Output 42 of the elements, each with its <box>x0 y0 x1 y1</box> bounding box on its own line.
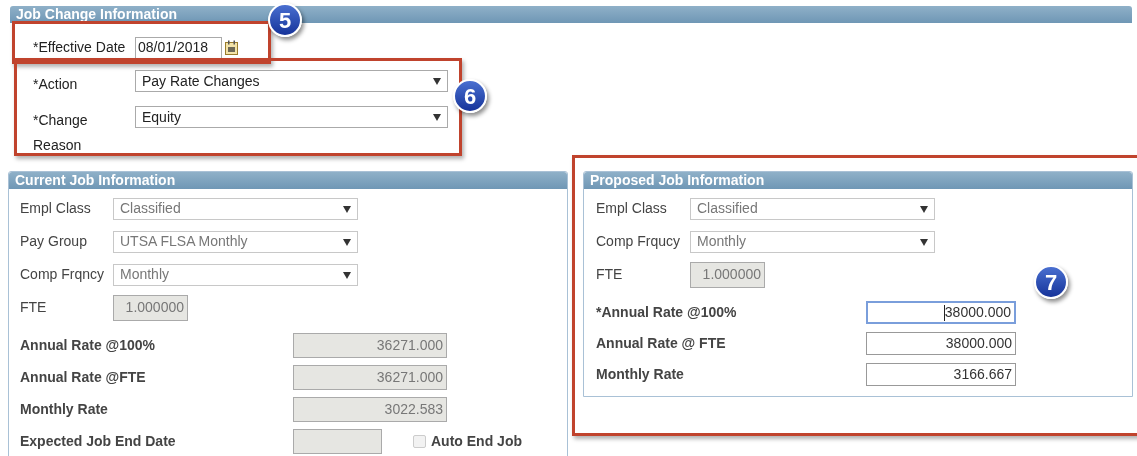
caret-icon <box>343 204 351 213</box>
field-label: Annual Rate @FTE <box>20 367 147 387</box>
dropdown[interactable]: Equity <box>135 106 448 128</box>
caret-icon <box>920 237 928 246</box>
step-badge: 5 <box>268 3 302 37</box>
input-field[interactable]: 38000.000 <box>866 332 1016 355</box>
field-label: Expected Job End Date <box>20 431 177 451</box>
field-label: *Annual Rate @100% <box>596 303 738 322</box>
checkbox-label: Auto End Job <box>431 431 522 451</box>
field-label: Annual Rate @100% <box>20 335 157 355</box>
field-label: Comp Frqncy <box>20 265 106 284</box>
section-header: Proposed Job Information <box>584 172 1132 189</box>
caret-icon <box>343 237 351 246</box>
readonly-field: 36271.000 <box>293 364 447 390</box>
field-label: Monthly Rate <box>596 365 685 384</box>
field-label: Empl Class <box>596 199 668 218</box>
readonly-field: 36271.000 <box>293 332 447 358</box>
input-field[interactable]: 3166.667 <box>866 363 1016 386</box>
field-label: Empl Class <box>20 199 92 218</box>
step-badge: 7 <box>1034 265 1068 299</box>
field-label: *Change Reason <box>33 111 89 155</box>
field-label: *Action <box>33 75 79 94</box>
field-label: Monthly Rate <box>20 399 109 419</box>
readonly-field: 1.000000 <box>690 261 765 288</box>
field-label: Annual Rate @ FTE <box>596 334 727 353</box>
input-field[interactable]: 38000.000 <box>866 301 1016 324</box>
readonly-field: 1.000000 <box>113 294 188 321</box>
calendar-icon[interactable] <box>225 40 238 55</box>
readonly-field: 3022.583 <box>293 396 447 422</box>
caret-icon <box>433 77 441 85</box>
dropdown[interactable]: Pay Rate Changes <box>135 70 448 92</box>
field-label: *Effective Date <box>33 38 127 57</box>
caret-icon <box>343 270 351 279</box>
field-label: Pay Group <box>20 232 88 251</box>
caret-icon <box>920 204 928 213</box>
date-field[interactable]: 08/01/2018 <box>135 36 222 59</box>
field-label: Comp Frqucy <box>596 232 682 251</box>
step-badge: 6 <box>453 79 487 113</box>
field-label: FTE <box>20 298 48 317</box>
section-header: Current Job Information <box>9 172 567 189</box>
field-label: FTE <box>596 265 624 284</box>
caret-icon <box>433 113 441 121</box>
